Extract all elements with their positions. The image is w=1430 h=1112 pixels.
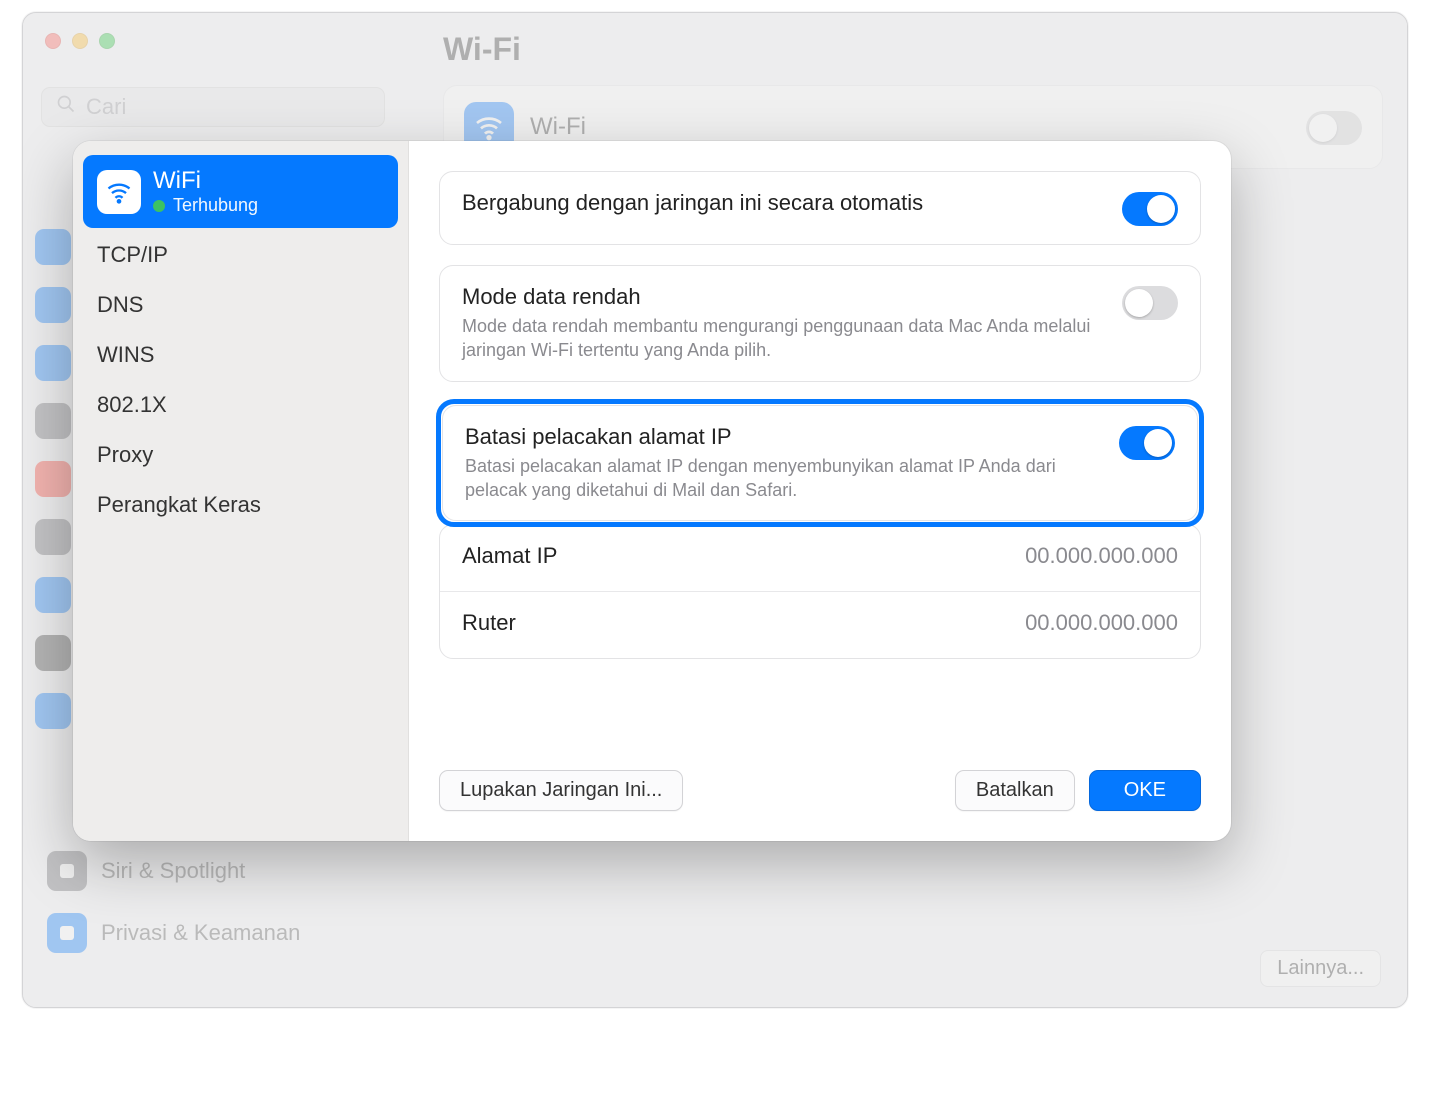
highlight-frame: Batasi pelacakan alamat IP Batasi pelaca… bbox=[439, 402, 1201, 525]
ip-tracking-title: Batasi pelacakan alamat IP bbox=[465, 424, 1103, 450]
ip-info-card: Alamat IP 00.000.000.000 Ruter 00.000.00… bbox=[439, 524, 1201, 659]
auto-join-title: Bergabung dengan jaringan ini secara oto… bbox=[462, 190, 1106, 216]
sidebar-icon bbox=[35, 693, 71, 729]
sidebar-icon bbox=[35, 403, 71, 439]
low-data-card: Mode data rendah Mode data rendah memban… bbox=[439, 265, 1201, 382]
ok-button[interactable]: OKE bbox=[1089, 770, 1201, 811]
wifi-icon bbox=[97, 170, 141, 214]
sidebar-item-perangkat-keras[interactable]: Perangkat Keras bbox=[83, 480, 398, 530]
sidebar-icon bbox=[35, 519, 71, 555]
sidebar-item-label: Proxy bbox=[97, 442, 153, 468]
sidebar-item-wins[interactable]: WINS bbox=[83, 330, 398, 380]
minimize-icon[interactable] bbox=[72, 33, 88, 49]
sidebar-item-label: Perangkat Keras bbox=[97, 492, 261, 518]
sidebar-icon bbox=[35, 287, 71, 323]
sidebar-icon bbox=[35, 577, 71, 613]
sidebar-item-label: 802.1X bbox=[97, 392, 167, 418]
sidebar-item-802-1x[interactable]: 802.1X bbox=[83, 380, 398, 430]
wifi-details-modal: WiFi Terhubung TCP/IP DNS WINS 802.1X Proxy P… bbox=[73, 141, 1231, 841]
sidebar-item-proxy[interactable]: Proxy bbox=[83, 430, 398, 480]
ip-tracking-toggle[interactable] bbox=[1119, 426, 1175, 460]
bg-sidebar-item[interactable]: Siri & Spotlight bbox=[41, 847, 385, 895]
sidebar-icon bbox=[35, 229, 71, 265]
sidebar-item-label: Privasi & Keamanan bbox=[101, 920, 300, 946]
sidebar-item-tcp-ip[interactable]: TCP/IP bbox=[83, 230, 398, 280]
bg-sidebar-item[interactable]: Privasi & Keamanan bbox=[41, 909, 385, 957]
sidebar-item-dns[interactable]: DNS bbox=[83, 280, 398, 330]
ip-tracking-card: Batasi pelacakan alamat IP Batasi pelaca… bbox=[442, 405, 1198, 522]
ip-address-label: Alamat IP bbox=[462, 543, 1009, 569]
auto-join-toggle[interactable] bbox=[1122, 192, 1178, 226]
sidebar-item-label: TCP/IP bbox=[97, 242, 168, 268]
sidebar-icon bbox=[35, 345, 71, 381]
sidebar-item-label: WiFi bbox=[153, 167, 258, 195]
page-title: Wi-Fi bbox=[443, 31, 521, 68]
router-label: Ruter bbox=[462, 610, 1009, 636]
modal-footer: Lupakan Jaringan Ini... Batalkan OKE bbox=[439, 744, 1201, 811]
router-value: 00.000.000.000 bbox=[1025, 610, 1178, 636]
low-data-title: Mode data rendah bbox=[462, 284, 1106, 310]
sidebar-item-label: DNS bbox=[97, 292, 143, 318]
cancel-button[interactable]: Batalkan bbox=[955, 770, 1075, 811]
low-data-desc: Mode data rendah membantu mengurangi pen… bbox=[462, 314, 1106, 363]
ip-tracking-desc: Batasi pelacakan alamat IP dengan menyem… bbox=[465, 454, 1103, 503]
close-icon[interactable] bbox=[45, 33, 61, 49]
ip-address-value: 00.000.000.000 bbox=[1025, 543, 1178, 569]
search-field[interactable] bbox=[41, 87, 385, 127]
wifi-header-title: Wi-Fi bbox=[530, 113, 1290, 141]
modal-main: Bergabung dengan jaringan ini secara oto… bbox=[409, 141, 1231, 841]
low-data-toggle[interactable] bbox=[1122, 286, 1178, 320]
auto-join-card: Bergabung dengan jaringan ini secara oto… bbox=[439, 171, 1201, 245]
forget-network-button[interactable]: Lupakan Jaringan Ini... bbox=[439, 770, 683, 811]
search-input[interactable] bbox=[86, 94, 374, 120]
settings-window: Wi-Fi Siri & Spotlight Privasi & Keamanan… bbox=[22, 12, 1408, 1008]
sidebar-icon bbox=[35, 635, 71, 671]
modal-sidebar: WiFi Terhubung TCP/IP DNS WINS 802.1X Proxy P… bbox=[73, 141, 409, 841]
more-button[interactable]: Lainnya... bbox=[1260, 950, 1381, 987]
status-dot-icon bbox=[153, 200, 165, 212]
wifi-master-toggle[interactable] bbox=[1306, 111, 1362, 145]
sidebar-icon bbox=[35, 461, 71, 497]
sidebar-item-label: WINS bbox=[97, 342, 154, 368]
titlebar bbox=[23, 13, 1407, 69]
maximize-icon[interactable] bbox=[99, 33, 115, 49]
sidebar-item-status: Terhubung bbox=[173, 195, 258, 216]
background-sidebar-list: Siri & Spotlight Privasi & Keamanan bbox=[41, 847, 385, 957]
sidebar-item-wifi[interactable]: WiFi Terhubung bbox=[83, 155, 398, 228]
sidebar-item-label: Siri & Spotlight bbox=[101, 858, 245, 884]
